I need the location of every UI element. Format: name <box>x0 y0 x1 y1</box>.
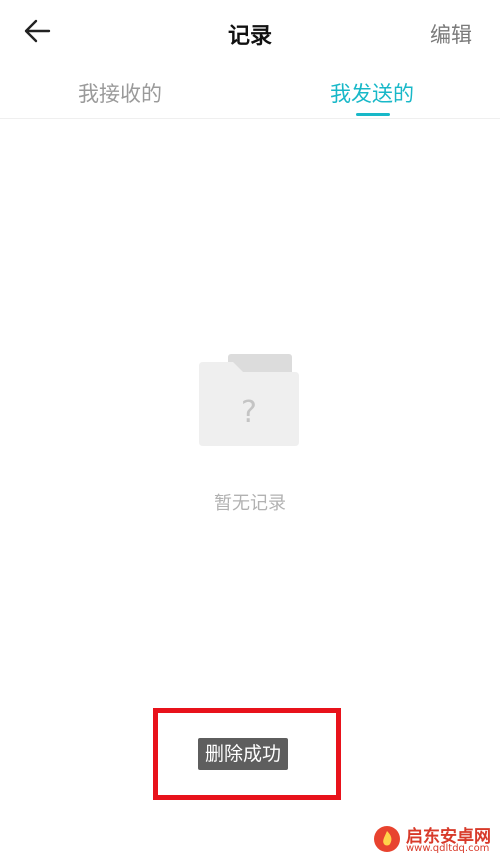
page-title: 记录 <box>227 24 272 49</box>
empty-state-text: 暂无记录 <box>214 493 286 514</box>
tab-received[interactable]: 我接收的 <box>78 78 162 108</box>
watermark-url: www.qdltdq.com <box>406 843 490 854</box>
app-header: 记录 编辑 <box>0 0 500 68</box>
flame-logo-icon <box>372 824 402 854</box>
tab-sent[interactable]: 我发送的 <box>330 78 414 108</box>
edit-button[interactable]: 编辑 <box>430 19 472 49</box>
active-tab-indicator <box>356 113 390 116</box>
toast-message: 删除成功 <box>198 738 289 770</box>
site-watermark: 启东安卓网 www.qdltdq.com <box>372 822 500 860</box>
tab-bar: 我接收的 我发送的 <box>0 70 500 119</box>
question-mark: ? <box>241 395 257 430</box>
folder-question-icon: ? <box>195 352 301 448</box>
